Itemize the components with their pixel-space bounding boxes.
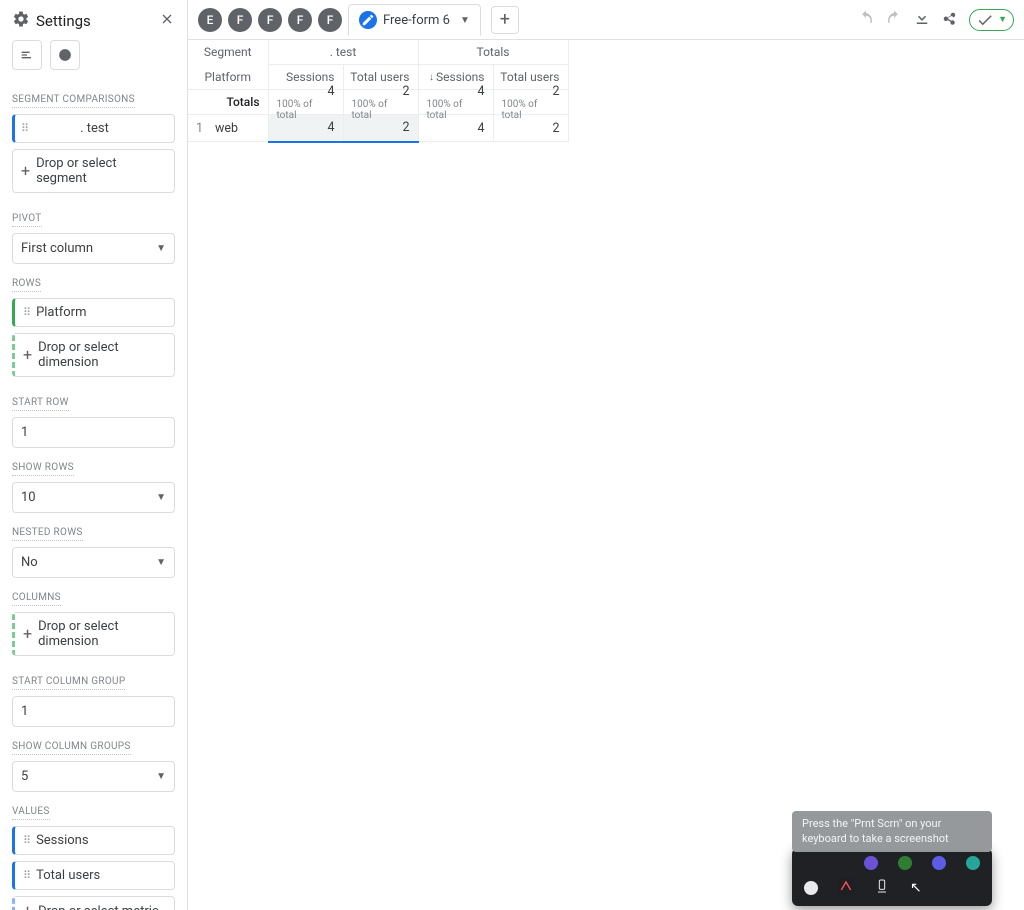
values-dropzone[interactable]: + Drop or select metric (12, 896, 175, 910)
segment-chip-label: . test (80, 121, 109, 136)
add-tab-button[interactable]: + (491, 6, 519, 34)
download-icon[interactable] (913, 9, 931, 31)
values-drop-label: Drop or select metric (38, 904, 159, 910)
section-label-show-rows: SHOW ROWS (12, 462, 74, 476)
section-label-nested-rows: NESTED ROWS (12, 527, 83, 541)
caret-down-icon: ▼ (156, 492, 166, 503)
start-col-input[interactable]: 1 (12, 696, 175, 727)
show-rows-select[interactable]: 10 ▼ (12, 482, 175, 513)
pivot-select[interactable]: First column ▼ (12, 233, 175, 264)
toolbar-lines-icon[interactable] (12, 40, 42, 70)
plus-icon: + (21, 163, 30, 179)
tab-icon[interactable]: F (318, 8, 342, 32)
widget-bar[interactable]: ↖ (792, 848, 992, 906)
show-col-select[interactable]: 5 ▼ (12, 761, 175, 792)
active-tab[interactable]: Free-form 6 ▼ (348, 4, 481, 36)
canvas-area: E F F F F Free-form 6 ▼ + ▼ Segment (188, 0, 1024, 910)
settings-sidebar: Settings SEGMENT COMPARISONS . test + Dr… (0, 0, 188, 910)
caret-down-icon[interactable]: ▼ (460, 15, 470, 26)
sidebar-title: Settings (36, 12, 91, 30)
start-col-value: 1 (21, 704, 28, 719)
totals-cell: 2100% of total (344, 91, 418, 113)
caret-down-icon: ▼ (156, 557, 166, 568)
rows-chip[interactable]: Platform (12, 298, 175, 327)
section-label-start-row: START ROW (12, 397, 69, 411)
widget-dot-icon[interactable] (864, 856, 878, 870)
app-icon[interactable] (838, 878, 854, 898)
start-row-value: 1 (21, 425, 28, 440)
gear-icon (12, 10, 30, 32)
cursor-icon[interactable]: ↖ (910, 880, 922, 896)
sort-desc-icon: ↓ (429, 72, 434, 83)
tab-icon[interactable]: E (198, 8, 222, 32)
section-label-rows: ROWS (12, 278, 41, 292)
widget-dot-icon[interactable] (932, 856, 946, 870)
totals-cell: 4100% of total (419, 91, 493, 113)
header-group-b: Totals (419, 40, 568, 64)
value-chip-sessions[interactable]: Sessions (12, 826, 175, 855)
rows-dropzone[interactable]: + Drop or select dimension (12, 333, 175, 377)
section-label-show-col: SHOW COLUMN GROUPS (12, 741, 131, 755)
section-label-pivot: PIVOT (12, 213, 42, 227)
plus-icon: + (23, 347, 32, 363)
columns-drop-label: Drop or select dimension (38, 619, 166, 649)
drag-handle-icon[interactable] (23, 306, 30, 319)
rows-chip-label: Platform (36, 305, 86, 320)
totals-cell: 4100% of total (269, 91, 343, 113)
segment-dropzone[interactable]: + Drop or select segment (12, 149, 175, 193)
drag-handle-icon[interactable] (21, 122, 28, 135)
toolbar-globe-icon[interactable] (50, 40, 80, 70)
status-pill[interactable]: ▼ (969, 9, 1014, 31)
drag-handle-icon[interactable] (23, 834, 30, 847)
plus-icon: + (23, 903, 32, 910)
show-rows-value: 10 (21, 490, 36, 505)
section-label-columns: COLUMNS (12, 592, 61, 606)
caret-down-icon: ▼ (156, 243, 166, 254)
report-table: Segment . test Totals Platform Sessions … (188, 40, 569, 143)
record-icon[interactable] (804, 881, 818, 895)
active-tab-label: Free-form 6 (383, 13, 450, 28)
screenshot-widget: Press the "Prnt Scrn" on your keyboard t… (792, 811, 992, 906)
pivot-value: First column (21, 241, 93, 256)
header-group-a: . test (269, 40, 418, 64)
share-icon[interactable] (941, 9, 959, 31)
pencil-icon (359, 11, 377, 29)
screenshot-tooltip: Press the "Prnt Scrn" on your keyboard t… (792, 811, 992, 852)
header-segment: Segment (188, 40, 268, 64)
tabs-bar: E F F F F Free-form 6 ▼ + ▼ (188, 0, 1024, 40)
caret-down-icon: ▼ (998, 14, 1007, 25)
nested-rows-select[interactable]: No ▼ (12, 547, 175, 578)
totals-label: Totals (188, 90, 268, 114)
close-icon[interactable] (159, 11, 175, 31)
undo-icon[interactable] (857, 9, 875, 31)
value-chip-label: Total users (36, 868, 100, 883)
tab-icon[interactable]: F (288, 8, 312, 32)
plus-icon: + (23, 626, 32, 642)
redo-icon[interactable] (885, 9, 903, 31)
value-chip-label: Sessions (36, 833, 89, 848)
widget-dot-icon[interactable] (898, 856, 912, 870)
rows-drop-label: Drop or select dimension (38, 340, 166, 370)
segment-chip[interactable]: . test (12, 114, 175, 143)
nested-rows-value: No (21, 555, 38, 570)
show-col-value: 5 (21, 769, 28, 784)
tab-icon[interactable]: F (258, 8, 282, 32)
header-platform: Platform (188, 65, 268, 89)
section-label-values: VALUES (12, 806, 50, 820)
columns-dropzone[interactable]: + Drop or select dimension (12, 612, 175, 656)
value-chip-users[interactable]: Total users (12, 861, 175, 890)
start-row-input[interactable]: 1 (12, 417, 175, 448)
section-label-segments: SEGMENT COMPARISONS (12, 94, 135, 108)
tab-icon[interactable]: F (228, 8, 252, 32)
section-label-start-col: START COLUMN GROUP (12, 676, 125, 690)
totals-cell: 2100% of total (494, 91, 568, 113)
device-icon[interactable] (874, 878, 890, 898)
caret-down-icon: ▼ (156, 771, 166, 782)
segment-drop-label: Drop or select segment (36, 156, 166, 186)
widget-dot-icon[interactable] (966, 856, 980, 870)
drag-handle-icon[interactable] (23, 869, 30, 882)
